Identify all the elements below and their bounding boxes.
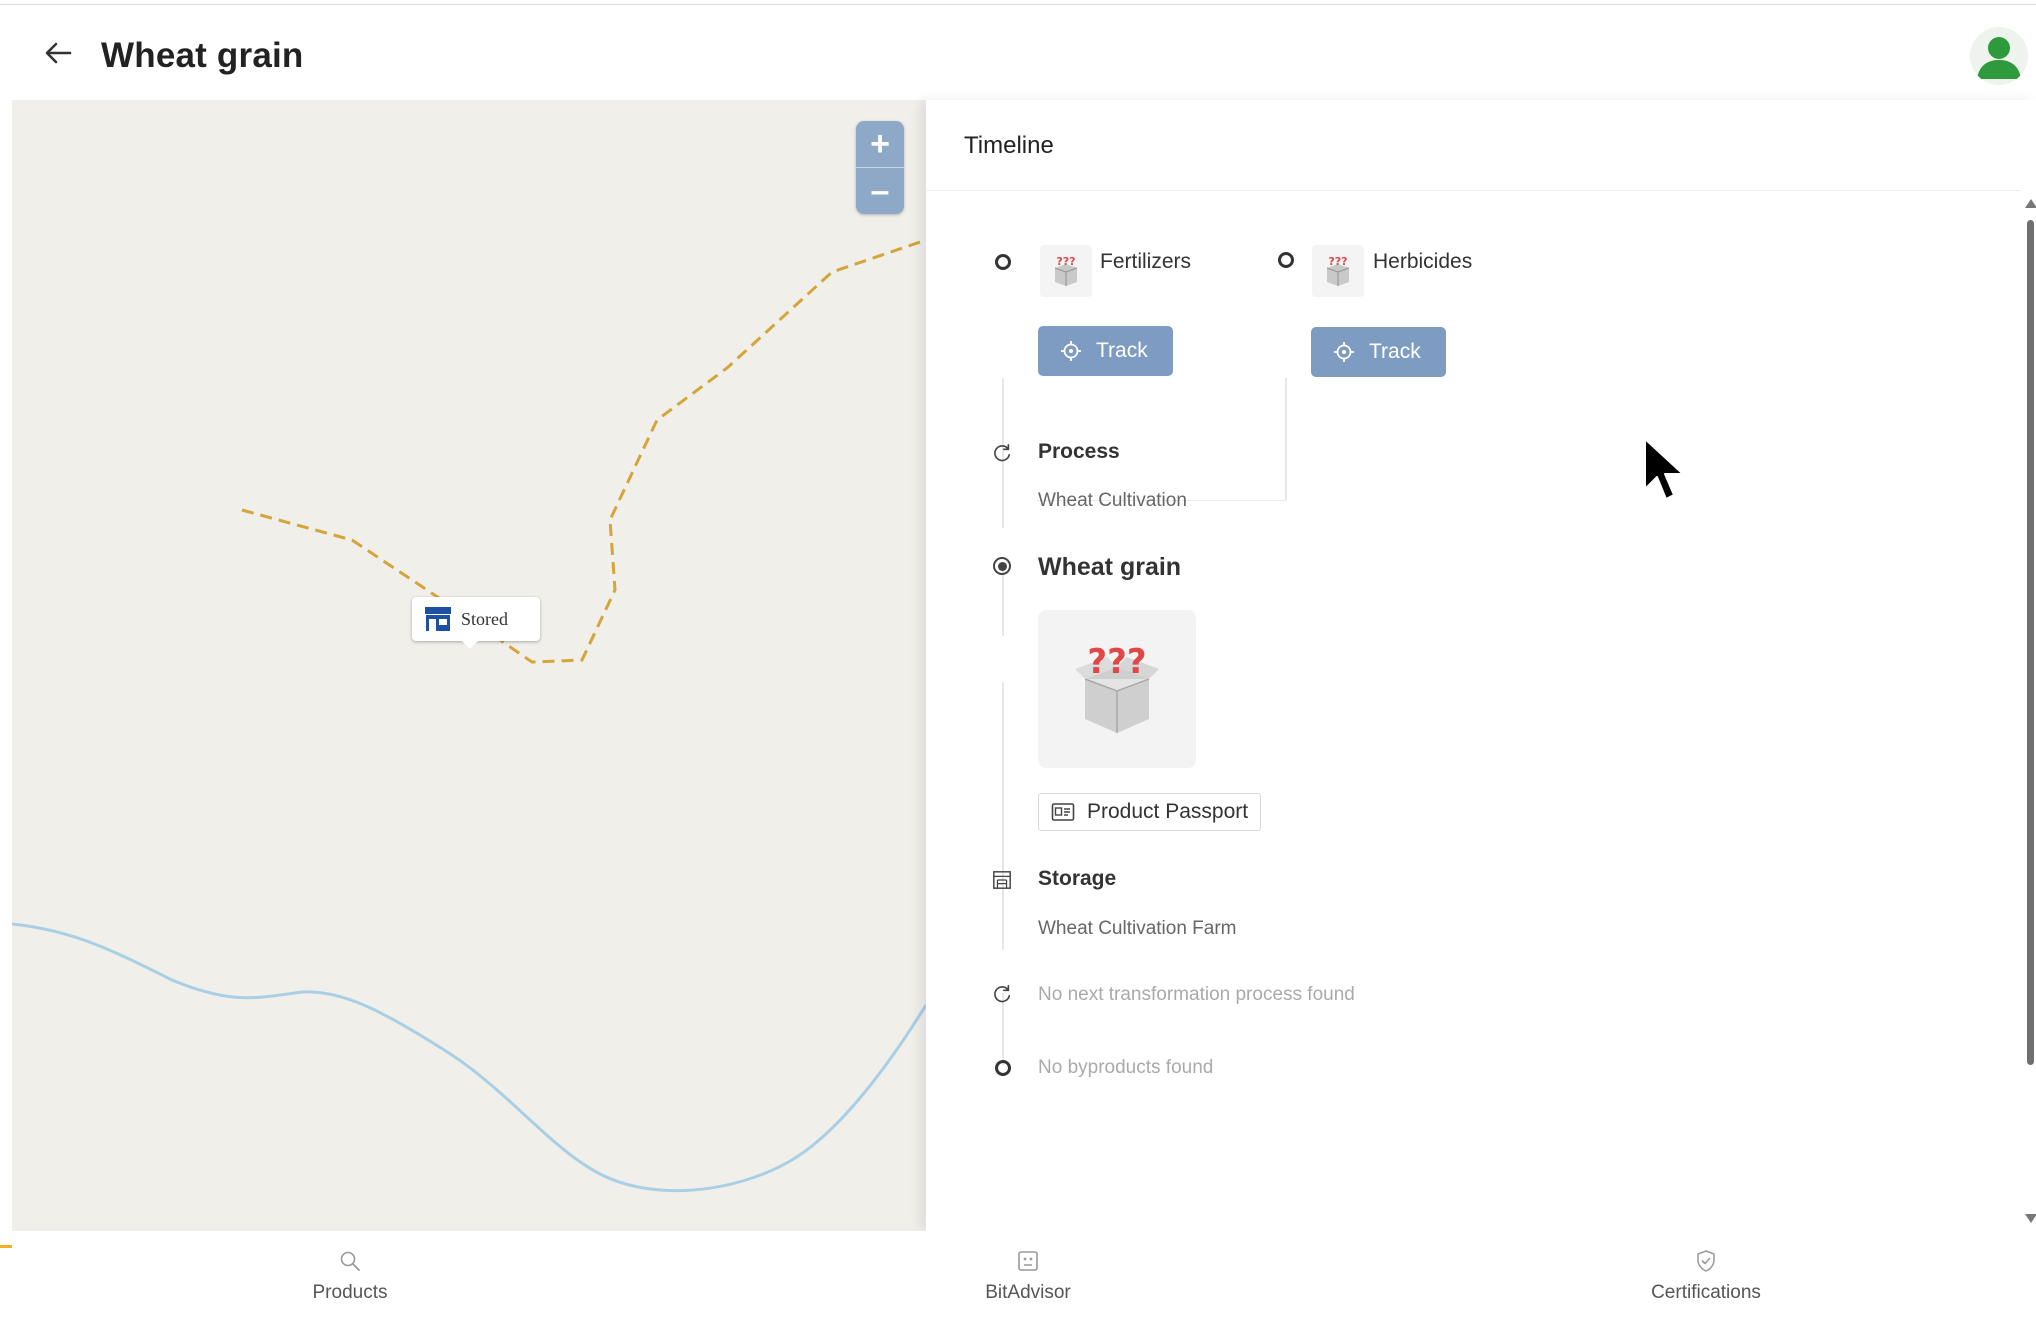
product-title: Wheat grain [1038, 553, 1182, 581]
timeline-connector [1285, 378, 1287, 500]
nav-indicator [0, 1245, 12, 1248]
next-process-node [992, 984, 1012, 1004]
next-process-empty: No next transformation process found [1038, 984, 1355, 1005]
user-avatar-icon [1977, 37, 2021, 79]
id-card-icon [1051, 803, 1075, 821]
route-path [241, 238, 926, 664]
scroll-down-arrow[interactable] [2025, 1214, 2036, 1223]
process-node [992, 443, 1012, 463]
product-passport-button[interactable]: Product Passport [1038, 793, 1262, 831]
herbicides-thumbnail: ??? [1312, 245, 1364, 297]
product-image: ??? [1038, 610, 1196, 768]
page-title: Wheat grain [101, 36, 304, 75]
refresh-icon [994, 444, 1011, 462]
map-view[interactable]: + – Stored [12, 100, 926, 1231]
bottom-navigation: Products BitAdvisor Certifications [0, 1231, 2036, 1326]
nav-label: Certifications [1651, 1282, 1761, 1303]
scroll-up-arrow[interactable] [2025, 199, 2036, 208]
marker-label: Stored [461, 608, 508, 629]
passport-label: Product Passport [1087, 800, 1249, 823]
fertilizers-thumbnail: ??? [1040, 245, 1092, 297]
unknown-product-icon: ??? [1075, 642, 1159, 733]
refresh-icon [994, 985, 1011, 1003]
unknown-product-icon: ??? [1326, 255, 1350, 286]
track-button-label: Track [1369, 340, 1421, 363]
nav-label: BitAdvisor [985, 1282, 1071, 1303]
storage-value: Wheat Cultivation Farm [1038, 918, 1237, 939]
zoom-in-button[interactable]: + [856, 121, 904, 167]
track-button-herbicides[interactable]: Track [1311, 327, 1446, 377]
nav-label: Products [312, 1282, 388, 1303]
river-path [12, 922, 926, 1193]
product-node [992, 556, 1012, 576]
timeline-header: Timeline [926, 100, 2021, 191]
track-button-fertilizers[interactable]: Track [1038, 326, 1173, 376]
storage-node [992, 870, 1012, 890]
warehouse-icon [993, 871, 1011, 889]
user-avatar[interactable] [1970, 27, 2028, 85]
timeline-scrollbar[interactable] [2024, 195, 2036, 1225]
track-button-label: Track [1096, 339, 1148, 362]
input-name: Fertilizers [1100, 250, 1192, 273]
zoom-control: + – [856, 121, 904, 214]
process-value: Wheat Cultivation [1038, 490, 1187, 511]
nav-products[interactable]: Products [200, 1231, 500, 1326]
byproducts-empty: No byproducts found [1038, 1057, 1214, 1078]
scroll-thumb[interactable] [2027, 220, 2034, 1065]
timeline-title: Timeline [964, 132, 1054, 159]
storefront-icon [425, 607, 451, 631]
input-node-icon [1276, 250, 1296, 270]
arrow-left-icon [45, 42, 72, 64]
svg-text:???: ??? [1328, 255, 1347, 268]
process-label: Process [1038, 440, 1120, 463]
nav-certifications[interactable]: Certifications [1556, 1231, 1856, 1326]
map-marker-stored[interactable]: Stored [412, 597, 540, 649]
app-header: Wheat grain [0, 5, 2036, 100]
map-routes [12, 238, 926, 1193]
input-name: Herbicides [1373, 250, 1473, 273]
crosshair-icon [1334, 342, 1354, 362]
crosshair-icon [1061, 341, 1081, 361]
timeline-connector [1002, 682, 1004, 950]
zoom-out-button[interactable]: – [856, 168, 904, 214]
byproducts-node [993, 1058, 1013, 1078]
certificate-check-icon [1697, 1250, 1715, 1272]
nav-bitadvisor[interactable]: BitAdvisor [878, 1231, 1178, 1326]
mouse-pointer-icon [1644, 438, 1684, 500]
search-icon [340, 1251, 360, 1271]
advisor-icon [1018, 1251, 1038, 1271]
timeline-connector [1002, 570, 1004, 636]
timeline-panel: Timeline ??? Fertilizers Track ??? Herbi… [926, 100, 2036, 1231]
input-node-icon [993, 252, 1013, 272]
svg-text:???: ??? [1087, 642, 1146, 682]
storage-label: Storage [1038, 867, 1117, 890]
back-button[interactable] [40, 35, 76, 71]
svg-text:???: ??? [1056, 255, 1075, 268]
unknown-product-icon: ??? [1054, 255, 1078, 286]
